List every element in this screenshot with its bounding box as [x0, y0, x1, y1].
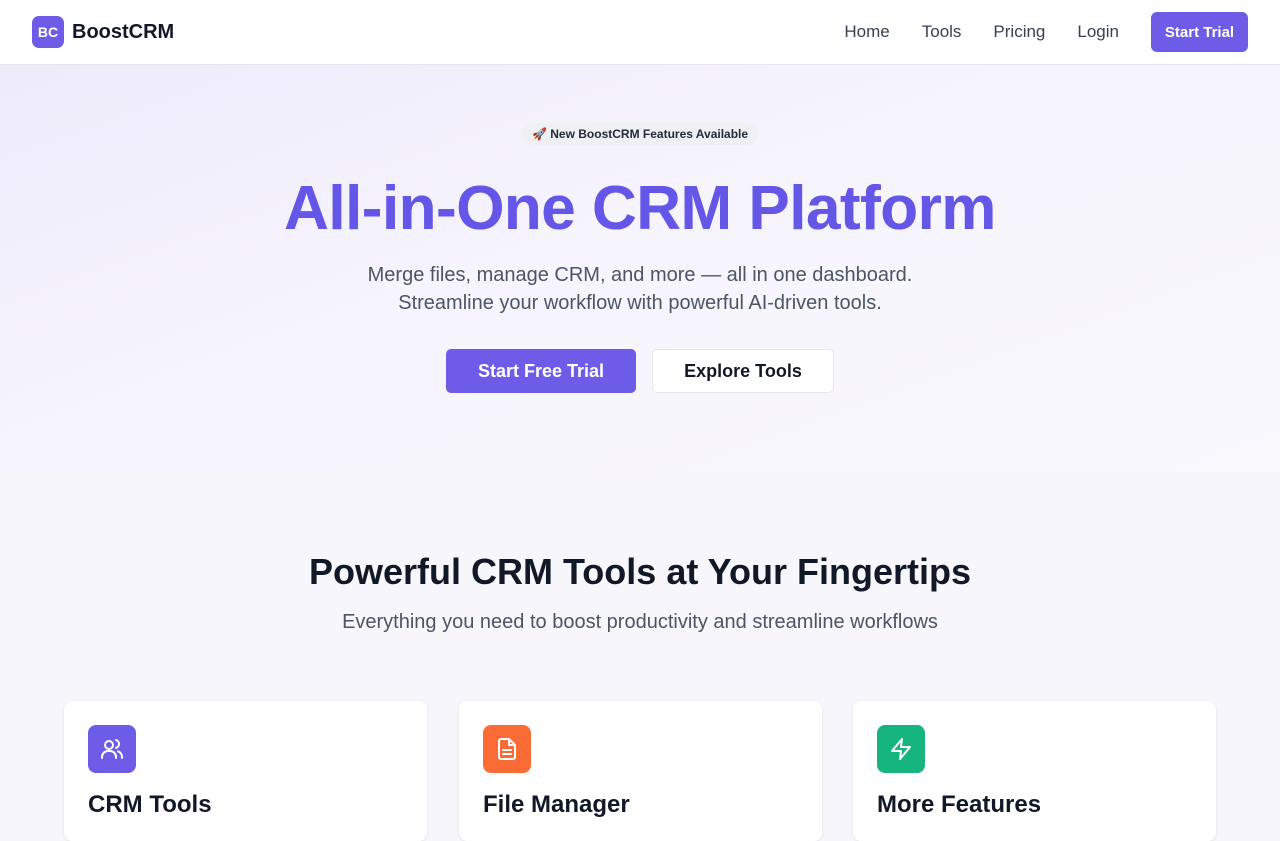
feature-card-file-manager[interactable]: File Manager: [459, 701, 822, 841]
nav-pricing[interactable]: Pricing: [993, 12, 1045, 52]
nav-login[interactable]: Login: [1077, 12, 1119, 52]
hero-subtitle-line-2: Streamline your workflow with powerful A…: [398, 292, 882, 314]
hero-subtitle: Merge files, manage CRM, and more — all …: [0, 261, 1280, 317]
announcement-badge-row: 🚀 New BoostCRM Features Available: [0, 123, 1280, 145]
zap-icon: [877, 725, 925, 773]
start-free-trial-button[interactable]: Start Free Trial: [446, 349, 636, 393]
feature-card-title: File Manager: [483, 791, 630, 818]
hero-title: All-in-One CRM Platform: [0, 173, 1280, 244]
feature-card-more-features[interactable]: More Features: [853, 701, 1216, 841]
feature-card-crm-tools[interactable]: CRM Tools: [64, 701, 427, 841]
brand-name: BoostCRM: [72, 20, 175, 43]
main-nav: Home Tools Pricing Login Start Trial: [844, 12, 1248, 52]
hero-actions: Start Free Trial Explore Tools: [0, 349, 1280, 393]
features-subtitle: Everything you need to boost productivit…: [342, 611, 938, 633]
hero-subtitle-line-1: Merge files, manage CRM, and more — all …: [367, 264, 913, 286]
start-trial-button[interactable]: Start Trial: [1151, 12, 1248, 52]
rocket-icon: 🚀: [531, 127, 547, 141]
explore-tools-button[interactable]: Explore Tools: [652, 349, 834, 393]
file-icon: [483, 725, 531, 773]
announcement-text: New BoostCRM Features Available: [550, 127, 749, 141]
features-section: Powerful CRM Tools at Your Fingertips Ev…: [0, 473, 1280, 841]
features-title: Powerful CRM Tools at Your Fingertips: [308, 551, 972, 592]
logo-badge: BC: [32, 16, 64, 48]
top-navbar: BC BoostCRM Home Tools Pricing Login Sta…: [0, 0, 1280, 65]
brand-logo[interactable]: BC BoostCRM: [32, 16, 174, 48]
feature-card-title: CRM Tools: [88, 791, 212, 818]
feature-card-title: More Features: [877, 791, 1042, 818]
nav-home[interactable]: Home: [844, 12, 889, 52]
hero-section: 🚀 New BoostCRM Features Available All-in…: [0, 65, 1280, 473]
users-icon: [88, 725, 136, 773]
nav-tools[interactable]: Tools: [922, 12, 962, 52]
announcement-badge[interactable]: 🚀 New BoostCRM Features Available: [521, 123, 759, 145]
